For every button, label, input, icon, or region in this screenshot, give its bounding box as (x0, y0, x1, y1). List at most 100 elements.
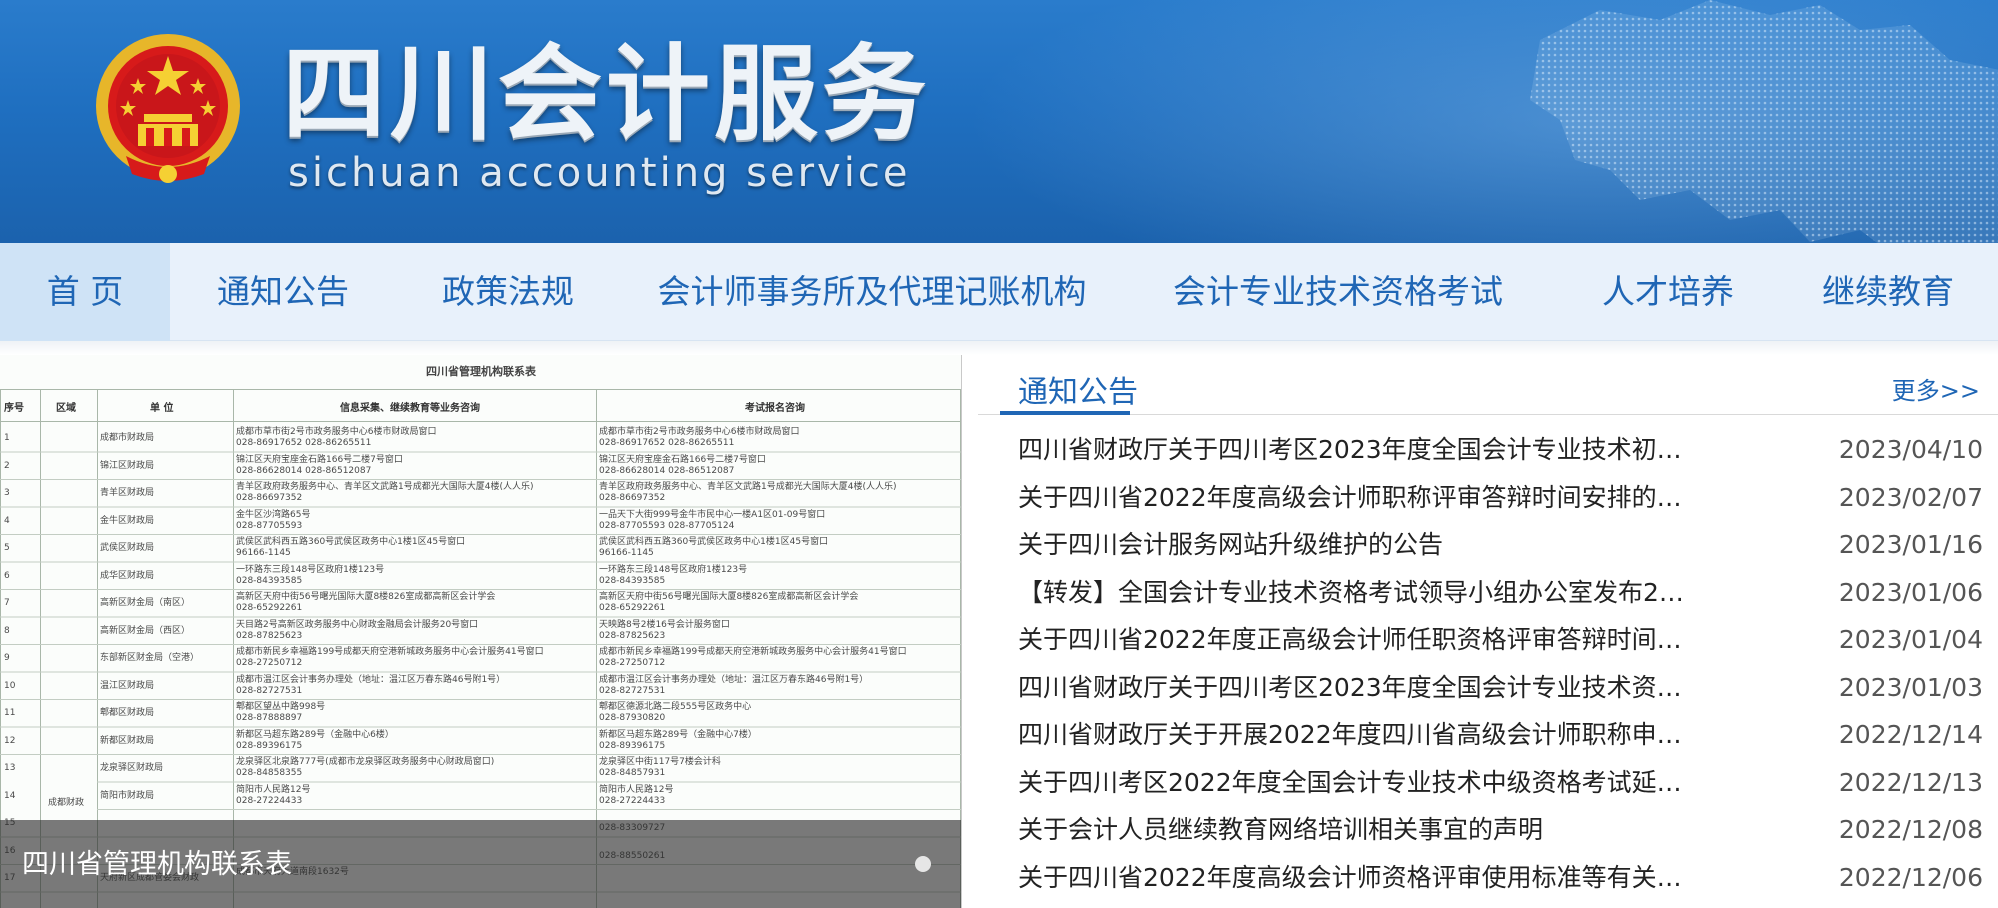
notice-item[interactable]: 关于四川会计服务网站升级维护的公告 2023/01/16 (1018, 522, 1983, 568)
table-cell-exam-tel: 028-65292261 (599, 603, 666, 613)
table-cell-no: 12 (4, 735, 16, 746)
notice-item[interactable]: 关于四川省2022年度高级会计师职称评审答辩时间安排的公告 2023/02/07 (1018, 475, 1983, 521)
notice-item[interactable]: 【转发】全国会计专业技术资格考试领导小组办公室发布2023年度考试报名时间安排的… (1018, 570, 1983, 616)
nav-divider (0, 341, 1998, 355)
table-cell-info-tel: 028-27250712 (236, 658, 303, 668)
table-cell-info: 龙泉驿区北泉路777号(成都市龙泉驿区政务服务中心财政局窗口) (236, 757, 495, 767)
notice-item[interactable]: 关于四川省2022年度正高级会计师任职资格评审答辩时间安排的公告 2023/01… (1018, 617, 1983, 663)
notice-date: 2023/04/10 (1838, 435, 1983, 464)
notice-item[interactable]: 关于四川考区2022年度全国会计专业技术中级资格考试延期考试有关事项的通知 20… (1018, 760, 1983, 806)
nav-item-talent[interactable]: 人才培养 (1580, 243, 1756, 341)
notice-item[interactable]: 四川省财政厅关于四川考区2023年度全国会计专业技术初级、中级资格考试报名有关事… (1018, 427, 1983, 473)
table-cell-no: 10 (4, 680, 16, 691)
notice-title[interactable]: 关于四川省2022年度正高级会计师任职资格评审答辩时间安排的公告 (1018, 617, 1694, 663)
table-cell-unit: 锦江区财政局 (100, 460, 155, 471)
nav-item-home[interactable]: 首 页 (0, 243, 170, 341)
table-cell-no: 6 (4, 570, 10, 581)
notice-title[interactable]: 关于四川省2022年度高级会计师职称评审答辩时间安排的公告 (1018, 475, 1694, 521)
table-cell-exam-tel: 028-86917652 028-86265511 (599, 438, 735, 448)
nav-item-exams[interactable]: 会计专业技术资格考试 (1162, 243, 1514, 341)
table-cell-info-tel: 028-87888897 (236, 713, 303, 723)
table-cell-info: 锦江区天府宝座金石路166号二楼7号窗口 (236, 454, 403, 465)
table-header-exam: 考试报名咨询 (745, 403, 805, 414)
notice-title[interactable]: 四川省财政厅关于四川考区2023年度全国会计专业技术初级、中级资格考试报名有关事… (1018, 427, 1694, 473)
notice-date: 2022/12/06 (1838, 862, 1983, 892)
table-cell-no: 4 (4, 515, 10, 526)
table-cell-exam-tel: 028-86628014 028-86512087 (599, 465, 735, 476)
sichuan-map-graphic (1530, 0, 1998, 243)
table-cell-exam: 高新区天府中街56号曙光国际大厦8楼826室成都高新区会计学会 (599, 592, 859, 602)
nav-item-firms[interactable]: 会计师事务所及代理记账机构 (652, 243, 1092, 341)
table-cell-no: 14 (4, 790, 16, 801)
table-cell-exam: 青羊区政府政务服务中心、青羊区文武路1号成都光大国际大厦4楼(人人乐) (599, 482, 897, 492)
main-nav: 首 页 通知公告 政策法规 会计师事务所及代理记账机构 会计专业技术资格考试 人… (0, 243, 1998, 341)
table-cell-no: 7 (4, 598, 10, 608)
slide-indicator-dot[interactable] (915, 856, 931, 872)
table-cell-info-tel: 028-87705593 (236, 520, 303, 531)
nav-item-notices[interactable]: 通知公告 (195, 243, 371, 341)
notices-title: 通知公告 (1018, 375, 1138, 410)
table-cell-unit: 武侯区财政局 (100, 543, 155, 553)
notice-title[interactable]: 关于四川考区2022年度全国会计专业技术中级资格考试延期考试有关事项的通知 (1018, 760, 1694, 806)
table-cell-exam-tel: 028-87705593 028-87705124 (599, 520, 735, 531)
table-cell-info-tel: 028-27224433 (236, 795, 303, 806)
table-header-unit: 单 位 (150, 403, 174, 414)
notice-title[interactable]: 【转发】全国会计专业技术资格考试领导小组办公室发布2023年度考试报名时间安排的… (1018, 570, 1694, 616)
notice-item[interactable]: 关于四川省2022年度高级会计师资格评审使用标准等有关问题的通知 2022/12… (1018, 855, 1983, 901)
table-cell-exam-tel: 028-84393585 (599, 575, 666, 586)
table-cell-no: 2 (4, 460, 10, 471)
notices-header: 通知公告 更多>> (978, 355, 1998, 415)
table-cell-no: 3 (4, 488, 10, 498)
notice-date: 2023/01/03 (1838, 672, 1983, 702)
table-cell-exam-tel: 028-87930820 (599, 713, 666, 723)
table-cell-exam: 锦江区天府宝座金石路166号二楼7号窗口 (599, 454, 766, 465)
notice-title[interactable]: 关于四川省2022年度高级会计师资格评审使用标准等有关问题的通知 (1018, 855, 1694, 901)
table-cell-unit: 新都区财政局 (100, 735, 155, 746)
table-cell-exam: 郫都区德源北路二段555号区政务中心 (599, 702, 752, 712)
table-cell-info-tel: 028-65292261 (236, 603, 303, 613)
notice-item[interactable]: 四川省财政厅关于开展2022年度四川省高级会计师职称申报评审工作的通知 2022… (1018, 712, 1983, 758)
notice-title[interactable]: 四川省财政厅关于四川考区2023年度全国会计专业技术资格考试有关事项的通知 (1018, 665, 1694, 711)
table-cell-info-tel: 96166-1145 (236, 548, 291, 558)
table-cell-info-tel: 028-86917652 028-86265511 (236, 438, 372, 448)
table-cell-info: 金牛区沙湾路65号 (236, 509, 311, 520)
table-cell-info: 简阳市人民路12号 (236, 784, 311, 795)
notice-title[interactable]: 关于会计人员继续教育网络培训相关事宜的声明 (1018, 807, 1694, 853)
nav-item-education[interactable]: 继续教育 (1800, 243, 1976, 341)
table-cell-unit: 东部新区财金局（空港） (100, 653, 200, 663)
notice-date: 2023/02/07 (1838, 482, 1983, 512)
image-slideshow[interactable]: 四川省管理机构联系表 序号 区域 单 位 信息采集、继续教育等业务咨询 考试报名… (0, 355, 962, 908)
nav-item-policies[interactable]: 政策法规 (420, 243, 596, 341)
notice-date: 2023/01/04 (1838, 625, 1983, 654)
slide-caption[interactable]: 四川省管理机构联系表 (22, 842, 292, 881)
notice-title[interactable]: 关于四川会计服务网站升级维护的公告 (1018, 522, 1694, 568)
table-cell-exam: 成都市新民乡幸福路199号成都天府空港新城政务服务中心会计服务41号窗口 (599, 647, 907, 657)
table-cell-exam-tel: 028-82727531 (599, 685, 666, 696)
notice-title[interactable]: 四川省财政厅关于开展2022年度四川省高级会计师职称申报评审工作的通知 (1018, 712, 1694, 758)
table-cell-exam: 新都区马超东路289号（金融中心7楼） (599, 729, 757, 740)
table-cell-info-tel: 028-82727531 (236, 685, 303, 696)
table-cell-unit: 成华区财政局 (100, 570, 155, 581)
table-cell-info: 一环路东三段148号区政府1楼123号 (236, 564, 385, 575)
table-cell-exam-tel: 028-84857931 (599, 768, 666, 778)
notices-more-link[interactable]: 更多>> (1892, 371, 1980, 406)
table-cell-info: 成都市草市街2号市政务服务中心6楼市财政局窗口 (236, 427, 437, 437)
table-cell-info: 新都区马超东路289号（金融中心6楼） (236, 729, 394, 740)
table-cell-info: 成都市温江区会计事务办理处（地址：温江区万春东路46号附1号） (236, 674, 506, 685)
table-cell-exam-tel: 96166-1145 (599, 548, 654, 558)
notice-item[interactable]: 四川省财政厅关于四川考区2023年度全国会计专业技术资格考试有关事项的通知 20… (1018, 665, 1983, 711)
table-cell-exam-tel: 028-89396175 (599, 740, 666, 751)
table-cell-no: 5 (4, 543, 10, 553)
table-cell-info: 天目路2号高新区政务服务中心财政金融局会计服务20号窗口 (236, 619, 479, 630)
national-emblem-icon (96, 34, 240, 183)
table-cell-unit: 高新区财金局（西区） (100, 625, 191, 636)
table-cell-no: 11 (4, 708, 16, 718)
table-cell-info-tel: 028-84858355 (236, 768, 303, 778)
notice-item[interactable]: 关于会计人员继续教育网络培训相关事宜的声明 2022/12/08 (1018, 807, 1983, 853)
table-cell-exam: 成都市温江区会计事务办理处（地址：温江区万春东路46号附1号） (599, 674, 869, 685)
table-title: 四川省管理机构联系表 (426, 365, 536, 378)
table-cell-exam: 武侯区武科西五路360号武侯区政务中心1楼1区45号窗口 (599, 537, 829, 547)
table-cell-unit: 青羊区财政局 (100, 488, 155, 498)
table-cell-unit: 高新区财金局（南区） (100, 598, 191, 608)
table-cell-exam-tel: 028-27224433 (599, 795, 666, 806)
